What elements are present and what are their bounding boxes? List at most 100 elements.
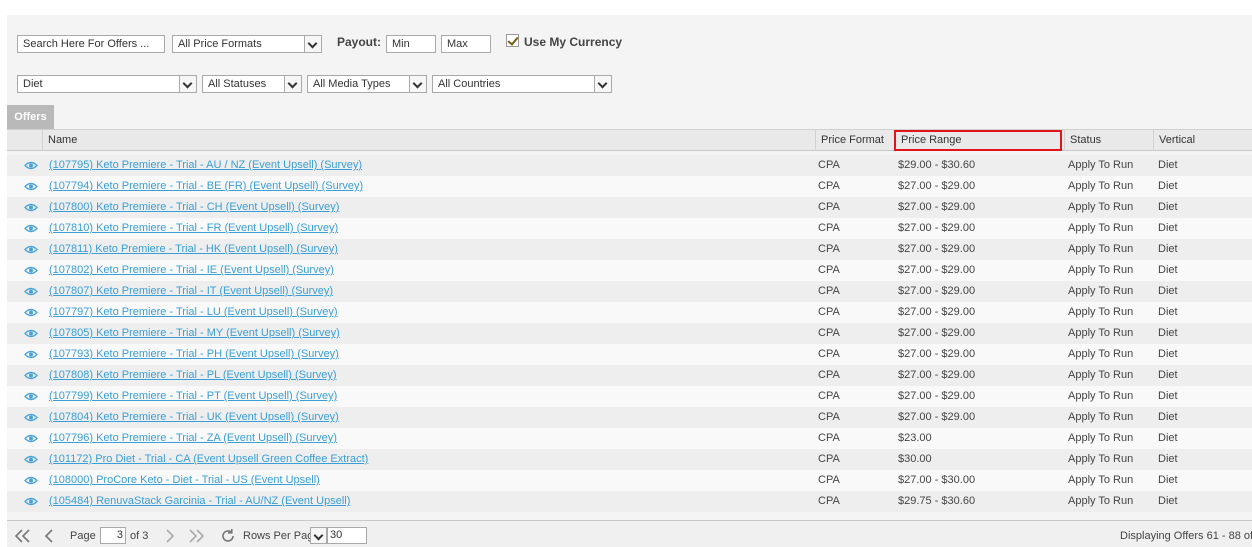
offer-name-link[interactable]: (107805) Keto Premiere - Trial - MY (Eve… xyxy=(49,323,340,344)
price-format-cell: CPA xyxy=(818,285,840,297)
view-eye-icon[interactable] xyxy=(24,350,38,359)
view-eye-icon[interactable] xyxy=(24,392,38,401)
pagination-bar: Page 3 of 3 Rows Per Pag 30 Displaying O… xyxy=(7,520,1252,547)
offer-name-link[interactable]: (107795) Keto Premiere - Trial - AU / NZ… xyxy=(49,155,362,176)
status-cell: Apply To Run xyxy=(1068,495,1134,507)
offer-name-link[interactable]: (107793) Keto Premiere - Trial - PH (Eve… xyxy=(49,344,339,365)
offer-name-link[interactable]: (107804) Keto Premiere - Trial - UK (Eve… xyxy=(49,407,339,428)
price-format-cell: CPA xyxy=(818,369,840,381)
offer-name-link[interactable]: (107808) Keto Premiere - Trial - PL (Eve… xyxy=(49,365,337,386)
view-eye-icon[interactable] xyxy=(24,308,38,317)
use-my-currency-checkbox[interactable] xyxy=(506,34,519,47)
offer-name-link[interactable]: (107800) Keto Premiere - Trial - CH (Eve… xyxy=(49,197,339,218)
offer-name-link[interactable]: (105484) RenuvaStack Garcinia - Trial - … xyxy=(49,491,350,512)
table-row: (107794) Keto Premiere - Trial - BE (FR)… xyxy=(7,176,1252,197)
column-header-name[interactable]: Name xyxy=(42,130,815,151)
next-page-icon[interactable] xyxy=(163,528,179,544)
status-cell: Apply To Run xyxy=(1068,159,1134,171)
price-range-cell: $27.00 - $29.00 xyxy=(898,180,976,192)
status-cell: Apply To Run xyxy=(1068,348,1134,360)
view-eye-icon[interactable] xyxy=(24,476,38,485)
price-format-cell: CPA xyxy=(818,411,840,423)
column-header-status[interactable]: Status xyxy=(1064,130,1154,151)
price-format-cell: CPA xyxy=(818,264,840,276)
vertical-select[interactable]: Diet xyxy=(17,75,197,93)
price-format-cell: CPA xyxy=(818,453,840,465)
column-header-vertical[interactable]: Vertical xyxy=(1153,130,1252,151)
table-row: (107804) Keto Premiere - Trial - UK (Eve… xyxy=(7,407,1252,428)
offer-name-link[interactable]: (107797) Keto Premiere - Trial - LU (Eve… xyxy=(49,302,338,323)
page-number-input[interactable]: 3 xyxy=(100,527,126,544)
price-range-cell: $27.00 - $29.00 xyxy=(898,369,976,381)
chevron-down-icon[interactable] xyxy=(179,76,196,92)
rows-per-page-input[interactable]: 30 xyxy=(327,527,367,544)
price-range-cell: $27.00 - $29.00 xyxy=(898,201,976,213)
chevron-down-icon[interactable] xyxy=(284,76,301,92)
vertical-value: Diet xyxy=(23,78,43,90)
last-page-icon[interactable] xyxy=(187,528,205,544)
view-eye-icon[interactable] xyxy=(24,371,38,380)
price-range-cell: $27.00 - $29.00 xyxy=(898,411,976,423)
vertical-cell: Diet xyxy=(1158,348,1178,360)
status-select[interactable]: All Statuses xyxy=(202,75,302,93)
view-eye-icon[interactable] xyxy=(24,161,38,170)
view-eye-icon[interactable] xyxy=(24,287,38,296)
table-row: (105484) RenuvaStack Garcinia - Trial - … xyxy=(7,491,1252,512)
chevron-down-icon[interactable] xyxy=(304,36,321,52)
payout-max-input[interactable]: Max xyxy=(441,35,491,53)
price-range-cell: $29.00 - $30.60 xyxy=(898,159,976,171)
price-range-cell: $27.00 - $30.00 xyxy=(898,474,976,486)
view-eye-icon[interactable] xyxy=(24,224,38,233)
price-range-cell: $29.75 - $30.60 xyxy=(898,495,976,507)
price-range-cell: $27.00 - $29.00 xyxy=(898,306,976,318)
offer-name-link[interactable]: (107796) Keto Premiere - Trial - ZA (Eve… xyxy=(49,428,337,449)
offer-name-link[interactable]: (107810) Keto Premiere - Trial - FR (Eve… xyxy=(49,218,338,239)
view-eye-icon[interactable] xyxy=(24,329,38,338)
offer-name-link[interactable]: (107807) Keto Premiere - Trial - IT (Eve… xyxy=(49,281,333,302)
search-input[interactable]: Search Here For Offers ... xyxy=(17,35,165,53)
media-type-select[interactable]: All Media Types xyxy=(307,75,427,93)
price-format-cell: CPA xyxy=(818,390,840,402)
status-cell: Apply To Run xyxy=(1068,369,1134,381)
offer-name-link[interactable]: (107799) Keto Premiere - Trial - PT (Eve… xyxy=(49,386,337,407)
table-row: (107807) Keto Premiere - Trial - IT (Eve… xyxy=(7,281,1252,302)
view-eye-icon[interactable] xyxy=(24,245,38,254)
table-row: (107797) Keto Premiere - Trial - LU (Eve… xyxy=(7,302,1252,323)
table-row: (107799) Keto Premiere - Trial - PT (Eve… xyxy=(7,386,1252,407)
price-range-cell: $27.00 - $29.00 xyxy=(898,327,976,339)
price-format-value: All Price Formats xyxy=(178,38,262,50)
chevron-down-icon[interactable] xyxy=(310,527,327,544)
offer-name-link[interactable]: (107794) Keto Premiere - Trial - BE (FR)… xyxy=(49,176,363,197)
offer-name-link[interactable]: (107802) Keto Premiere - Trial - IE (Eve… xyxy=(49,260,334,281)
chevron-down-icon[interactable] xyxy=(409,76,426,92)
prev-page-icon[interactable] xyxy=(42,528,58,544)
status-cell: Apply To Run xyxy=(1068,201,1134,213)
view-eye-icon[interactable] xyxy=(24,434,38,443)
vertical-cell: Diet xyxy=(1158,159,1178,171)
status-cell: Apply To Run xyxy=(1068,453,1134,465)
country-select[interactable]: All Countries xyxy=(432,75,612,93)
status-value: All Statuses xyxy=(208,78,267,90)
tab-offers[interactable]: Offers xyxy=(7,105,54,129)
table-row: (107808) Keto Premiere - Trial - PL (Eve… xyxy=(7,365,1252,386)
chevron-down-icon[interactable] xyxy=(594,76,611,92)
view-eye-icon[interactable] xyxy=(24,497,38,506)
offer-name-link[interactable]: (108000) ProCore Keto - Diet - Trial - U… xyxy=(49,470,320,491)
first-page-icon[interactable] xyxy=(14,528,30,544)
column-header-price-format[interactable]: Price Format xyxy=(815,130,895,151)
table-row: (107802) Keto Premiere - Trial - IE (Eve… xyxy=(7,260,1252,281)
view-eye-icon[interactable] xyxy=(24,203,38,212)
offer-name-link[interactable]: (107811) Keto Premiere - Trial - HK (Eve… xyxy=(49,239,338,260)
view-eye-icon[interactable] xyxy=(24,455,38,464)
price-range-highlight xyxy=(894,130,1062,151)
offer-name-link[interactable]: (101172) Pro Diet - Trial - CA (Event Up… xyxy=(49,449,368,470)
price-format-select[interactable]: All Price Formats xyxy=(172,35,322,53)
refresh-icon[interactable] xyxy=(220,528,236,544)
view-eye-icon[interactable] xyxy=(24,413,38,422)
price-format-cell: CPA xyxy=(818,180,840,192)
payout-min-input[interactable]: Min xyxy=(386,35,436,53)
view-eye-icon[interactable] xyxy=(24,182,38,191)
vertical-cell: Diet xyxy=(1158,432,1178,444)
view-eye-icon[interactable] xyxy=(24,266,38,275)
status-cell: Apply To Run xyxy=(1068,180,1134,192)
